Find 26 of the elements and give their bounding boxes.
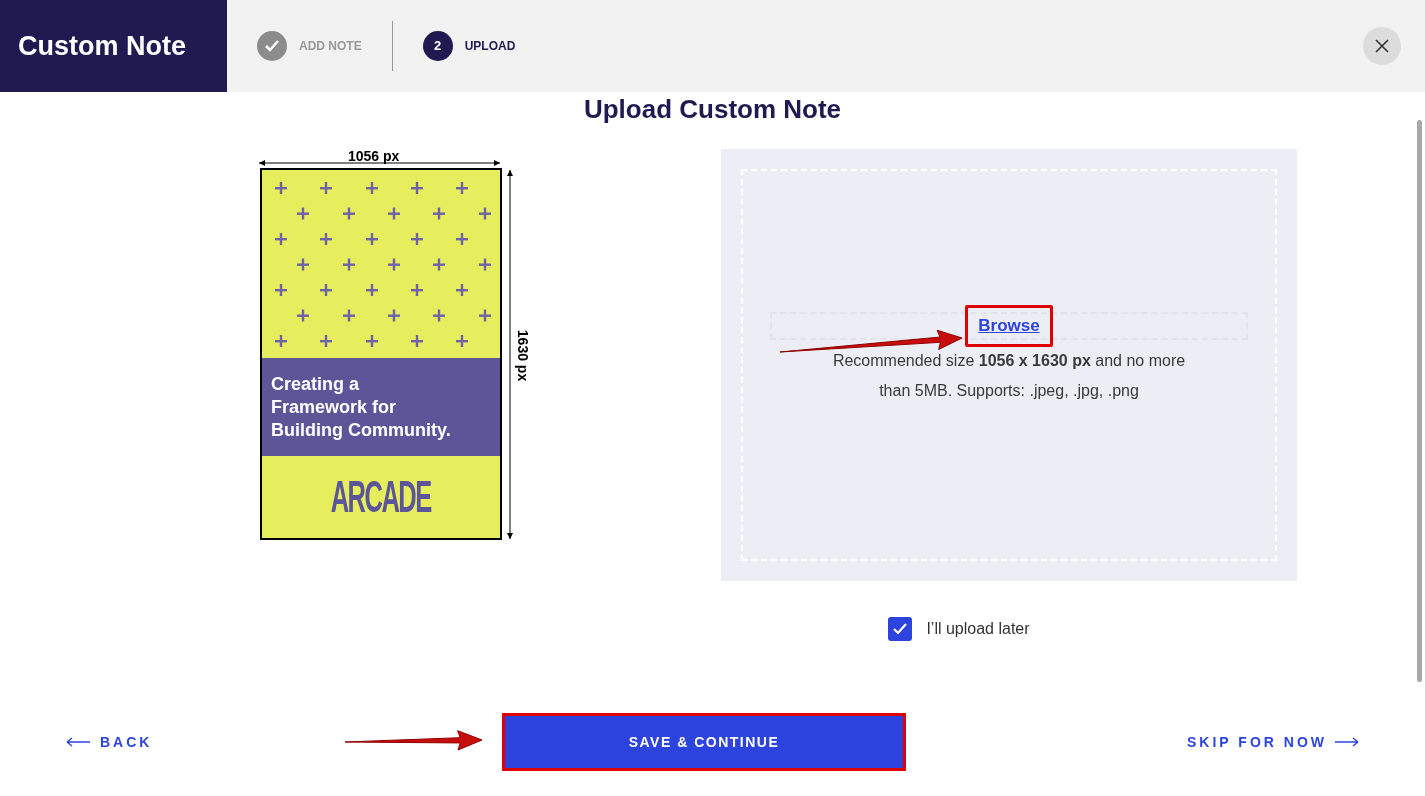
close-button[interactable] — [1363, 27, 1401, 65]
upload-area[interactable]: Browse Recommended size 1056 x 1630 px and no more than 5MB. Supports: .jpeg, .jpg, .png — [721, 149, 1297, 581]
close-icon — [1374, 38, 1390, 54]
save-and-continue-button[interactable]: SAVE & CONTINUE — [502, 713, 906, 771]
right-arrow-icon — [1335, 737, 1359, 747]
scrollbar[interactable] — [1417, 120, 1422, 682]
page-title: Upload Custom Note — [583, 94, 842, 124]
upload-later-checkbox[interactable] — [888, 617, 913, 641]
skip-link[interactable]: SKIP FOR NOW — [1187, 731, 1359, 753]
height-label: 1630 px — [514, 329, 533, 382]
headline-text: Creating a — [271, 372, 361, 396]
left-arrow-icon — [66, 737, 90, 747]
headline-text: Framework for — [271, 395, 398, 419]
step-label: UPLOAD — [464, 38, 516, 55]
upload-hint: Recommended size 1056 x 1630 px and no more than 5MB. Supports: .jpeg, .jpg, .png — [831, 351, 1187, 401]
check-icon — [893, 623, 908, 635]
back-link[interactable]: BACK — [66, 731, 346, 753]
step-label: ADD NOTE — [299, 38, 362, 55]
brand-logo: ARCADE — [330, 470, 432, 524]
browse-link[interactable]: Browse — [965, 305, 1053, 347]
width-label: 1056 px — [348, 147, 400, 166]
step-marker: 2 — [422, 31, 453, 61]
check-icon — [264, 39, 280, 53]
app-title: Custom Note — [18, 29, 186, 63]
checkbox-label: I’ll upload later — [926, 619, 1030, 639]
headline-text: Building Community. — [271, 418, 452, 442]
